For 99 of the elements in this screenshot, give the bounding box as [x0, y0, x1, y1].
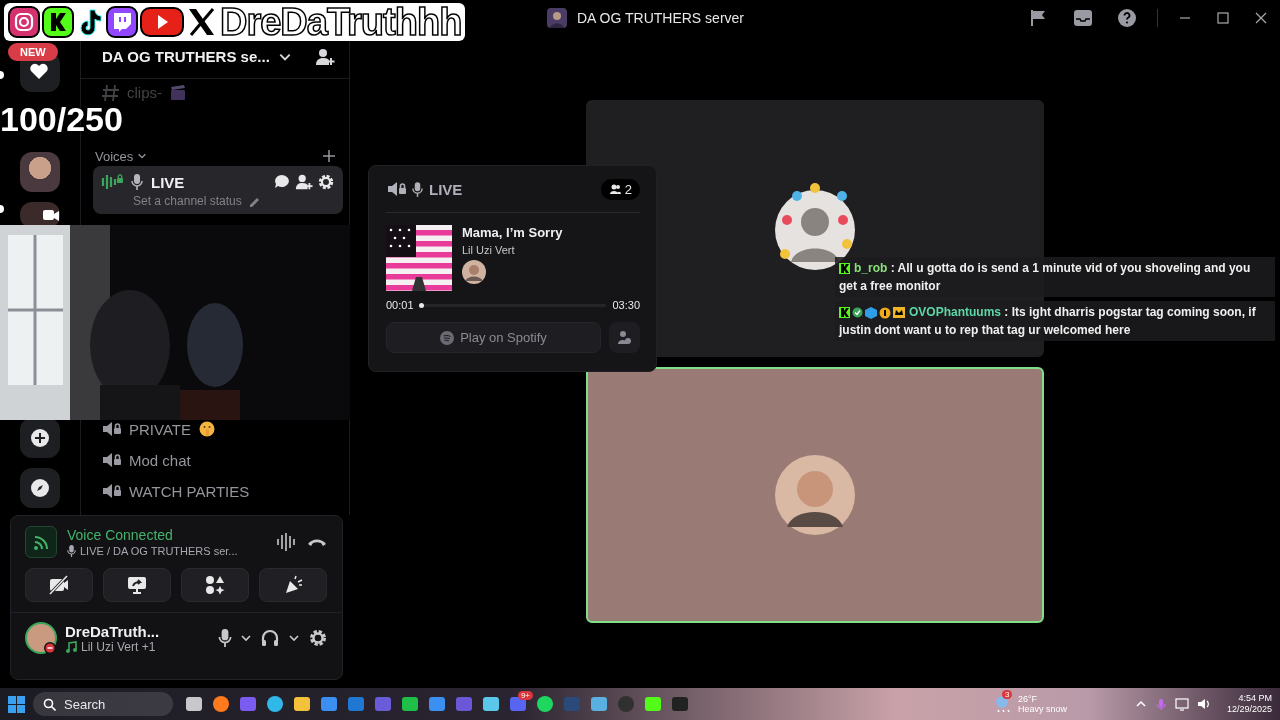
notification-badge: 9+	[517, 691, 533, 700]
discover-button[interactable]	[20, 468, 60, 508]
voice-channel[interactable]: PRIVATE	[93, 416, 343, 442]
elapsed-time: 00:01	[386, 299, 414, 311]
channel-status-hint: Set a channel status	[133, 194, 242, 208]
shapes-icon	[205, 575, 225, 595]
x-logo-icon	[186, 5, 216, 39]
check-badge-icon	[852, 307, 863, 318]
weather-badge: 3	[1001, 690, 1013, 699]
add-member-icon[interactable]	[315, 46, 335, 67]
crown-badge-icon	[893, 307, 905, 318]
activities-button[interactable]	[181, 568, 249, 602]
app-icon[interactable]	[401, 695, 419, 713]
window-title: DA OG TRUTHERS server	[577, 9, 744, 26]
app-icon[interactable]	[644, 695, 662, 713]
user-settings-icon	[617, 330, 632, 345]
spotify-icon	[440, 330, 455, 345]
server-avatar-icon	[547, 7, 567, 28]
microphone-icon	[67, 545, 76, 557]
k-badge-icon	[839, 263, 850, 274]
help-icon[interactable]	[1117, 7, 1137, 28]
app-icon[interactable]	[455, 695, 473, 713]
network-icon[interactable]	[1174, 697, 1189, 711]
microphone-icon	[218, 629, 232, 647]
compass-icon	[30, 478, 50, 498]
voice-channel[interactable]: WATCH PARTIES	[93, 478, 343, 504]
microphone-icon	[412, 181, 423, 197]
voice-status: Voice Connected	[67, 527, 174, 543]
camera-button[interactable]	[25, 568, 93, 602]
speech-logo-icon	[106, 6, 138, 38]
noise-suppression-icon[interactable]	[276, 532, 296, 552]
add-member-icon[interactable]	[295, 173, 313, 191]
k-badge-icon	[839, 307, 850, 318]
music-note-icon	[65, 640, 77, 653]
task-view-icon[interactable]	[185, 695, 203, 713]
microphone-icon	[131, 174, 143, 190]
inbox-icon[interactable]	[1073, 7, 1093, 28]
hash-icon	[101, 83, 119, 101]
settings-icon[interactable]	[308, 628, 328, 648]
follower-counter: 100/250	[0, 103, 123, 135]
chevron-down-icon[interactable]	[288, 632, 300, 644]
cube-badge-icon	[865, 307, 877, 319]
temperature: 26°F	[1017, 694, 1039, 704]
plus-icon[interactable]	[323, 150, 335, 162]
camera-off-icon	[49, 575, 69, 595]
user-avatar	[25, 622, 57, 654]
user-activity: Lil Uzi Vert +1	[81, 639, 156, 654]
start-icon[interactable]	[8, 695, 25, 713]
speaker-lock-icon	[101, 481, 121, 501]
signal-icon	[33, 533, 49, 551]
streamer-handle: DreDaTruthhh	[220, 3, 462, 41]
chevron-down-icon[interactable]	[240, 632, 252, 644]
server-name[interactable]: DA OG TRUTHERS se...	[102, 48, 270, 65]
k-logo-icon	[42, 6, 74, 38]
screen-share-button[interactable]	[103, 568, 171, 602]
add-server-button[interactable]	[20, 418, 60, 458]
app-icon[interactable]	[671, 695, 689, 713]
voice-location[interactable]: LIVE / DA OG TRUTHERS ser...	[80, 545, 238, 557]
channel-name: LIVE	[429, 180, 463, 198]
close-icon[interactable]	[1254, 10, 1268, 25]
party-horn-icon	[283, 575, 303, 595]
headphones-icon[interactable]	[260, 628, 280, 648]
settings-icon[interactable]	[317, 173, 335, 191]
coin-badge-icon	[879, 307, 891, 319]
artist-name: Lil Uzi Vert	[462, 244, 516, 256]
maximize-icon[interactable]	[1216, 10, 1230, 25]
play-on-spotify-button[interactable]: Play on Spotify	[386, 322, 601, 353]
listener-avatar	[462, 260, 486, 284]
clapper-icon	[170, 84, 186, 100]
voice-channel[interactable]: LIVE Set a channel status	[93, 166, 343, 214]
camera-logo-icon	[8, 6, 40, 38]
server-avatar[interactable]	[20, 152, 60, 192]
plus-icon	[30, 428, 50, 448]
voice-activity-icon	[101, 172, 123, 192]
chat-message: b_rob : All u gotta do is send a 1 minute vid of you shoveling and you get a free monitor	[835, 257, 1275, 297]
speaker-lock-icon	[101, 450, 121, 470]
member-button[interactable]	[609, 322, 640, 353]
chat-message: OVOPhantuums : Its ight dharris pogstar tag coming soon, if justin dont want u to rep that tag ur welcomed here	[835, 301, 1275, 341]
duration-time: 03:30	[612, 299, 640, 311]
speaker-lock-icon	[101, 419, 121, 439]
username: DreDaTruth...	[65, 622, 161, 640]
volume-icon[interactable]	[1196, 697, 1211, 711]
voice-channel[interactable]: Mod chat	[93, 447, 343, 473]
screen-share-icon	[127, 575, 147, 595]
clock[interactable]: 4:54 PM 12/29/2025	[1226, 693, 1272, 715]
weather-condition: Heavy snow	[1017, 704, 1067, 714]
search-bar[interactable]: Search	[33, 692, 173, 716]
app-icon[interactable]	[239, 695, 257, 713]
search-icon	[43, 697, 56, 711]
soundboard-button[interactable]	[259, 568, 327, 602]
chat-bubble-icon[interactable]	[273, 173, 291, 191]
category-header[interactable]: Voices	[95, 148, 134, 164]
pencil-icon[interactable]	[247, 195, 260, 207]
server-avatar[interactable]	[20, 202, 60, 228]
new-badge: NEW	[8, 43, 58, 61]
track-title: Mama, I’m Sorry	[462, 225, 563, 240]
member-count: 2	[600, 178, 640, 200]
shushing-face-icon	[198, 421, 215, 437]
speaker-lock-icon	[386, 179, 406, 199]
